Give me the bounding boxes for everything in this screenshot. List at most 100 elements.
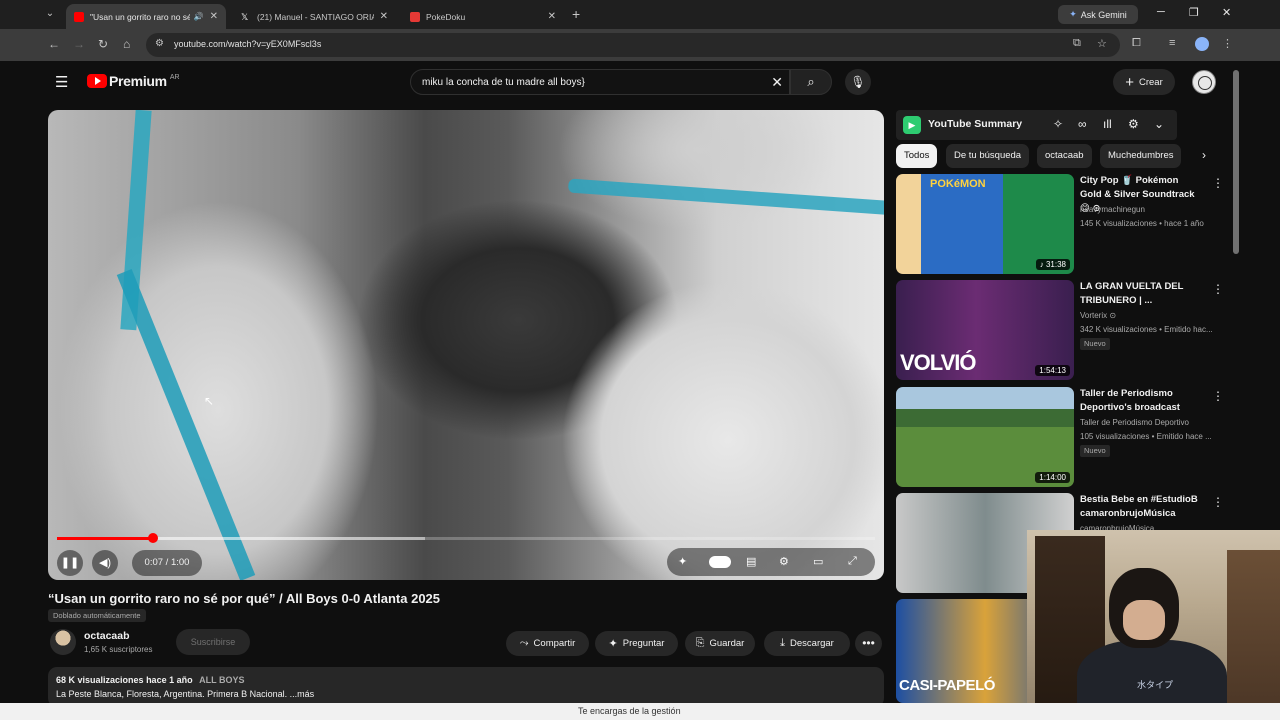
create-button[interactable]: + Crear — [1113, 69, 1175, 95]
recommendation-title[interactable]: Taller de Periodismo Deportivo's broadca… — [1080, 387, 1202, 415]
ask-label: Preguntar — [622, 638, 665, 649]
sparkle-icon: ✦ — [608, 638, 618, 650]
browser-tab-x[interactable]: 𝕏 (21) Manuel - SANTIAGO ORIA ✕ — [233, 4, 396, 29]
maximize-icon[interactable]: ❐ — [1189, 6, 1199, 19]
minimize-icon[interactable]: ─ — [1157, 6, 1165, 18]
waveform-icon[interactable]: ıll — [1103, 117, 1112, 131]
recommendation-item[interactable]: 1:14:00 Taller de Periodismo Deportivo's… — [896, 387, 1224, 487]
recommendation-item[interactable]: POKéMON ♪ 31:38 City Pop 🥤 Pokémon Gold … — [896, 174, 1224, 274]
volume-button[interactable]: ◀) — [92, 550, 118, 576]
site-info-icon[interactable]: ⚙ — [155, 38, 164, 49]
video-thumbnail[interactable]: VOLVIÓ 1:54:13 — [896, 280, 1074, 380]
close-tab-icon[interactable]: ✕ — [548, 11, 556, 22]
gemini-sparkle-icon: ✦ — [1069, 9, 1077, 19]
duration-badge: 1:14:00 — [1035, 472, 1070, 483]
shirt-text: 水タイプ — [1137, 681, 1174, 691]
more-options-icon[interactable]: ⋮ — [1212, 389, 1224, 403]
tab-search-chevron-icon[interactable]: ⌄ — [42, 6, 58, 22]
more-options-icon[interactable]: ⋮ — [1212, 282, 1224, 296]
ask-button[interactable]: ✦ Preguntar — [595, 631, 678, 656]
hashtag-link[interactable]: ALL BOYS — [199, 675, 244, 685]
pause-icon: ❚❚ — [60, 557, 80, 569]
bookmark-star-icon[interactable]: ☆ — [1097, 37, 1107, 50]
tab-title: "Usan un gorrito raro no sé — [90, 11, 190, 22]
fullscreen-icon[interactable]: ⤢ — [848, 555, 857, 568]
clear-search-icon[interactable]: ✕ — [771, 74, 783, 91]
description-box[interactable]: 68 K visualizaciones hace 1 año ALL BOYS… — [48, 667, 884, 703]
save-button[interactable]: ⎘ Guardar — [685, 631, 755, 656]
autoplay-toggle[interactable] — [709, 556, 731, 568]
ai-sparkle-icon[interactable]: ✧ — [1053, 117, 1063, 131]
recommendation-channel[interactable]: Taller de Periodismo Deportivo — [1080, 418, 1189, 427]
glasses-icon[interactable]: ∞ — [1078, 117, 1087, 131]
video-frame-detail — [116, 269, 256, 580]
description-text[interactable]: La Peste Blanca, Floresta, Argentina. Pr… — [56, 689, 314, 699]
hamburger-menu-icon[interactable]: ☰ — [55, 73, 68, 91]
progress-bar[interactable] — [57, 533, 875, 543]
auto-dub-badge: Doblado automáticamente — [48, 609, 146, 622]
video-player[interactable]: ↖ ❚❚ ◀) 0:07 / 1:00 ✦ ▤ ⚙ ▭ ⤢ — [48, 110, 884, 580]
subscribe-button[interactable]: Suscribirse — [176, 629, 250, 655]
share-button[interactable]: ⤳ Compartir — [506, 631, 589, 656]
more-options-icon[interactable]: ⋮ — [1212, 495, 1224, 509]
forward-arrow-icon[interactable]: → — [73, 37, 85, 51]
webcam-overlay: 水タイプ — [1027, 530, 1280, 720]
browser-profile-avatar[interactable] — [1195, 37, 1209, 51]
video-thumbnail[interactable]: POKéMON ♪ 31:38 — [896, 174, 1074, 274]
pause-button[interactable]: ❚❚ — [57, 550, 83, 576]
close-window-icon[interactable]: ✕ — [1222, 6, 1231, 19]
recommendation-channel[interactable]: Vorterix ⊙ — [1080, 311, 1116, 320]
ask-gemini-button[interactable]: ✦ Ask Gemini — [1058, 5, 1138, 24]
voice-search-mic-icon[interactable]: 🎙 — [845, 69, 871, 95]
volume-icon: ◀) — [98, 557, 112, 569]
reload-icon[interactable]: ↻ — [98, 37, 108, 51]
search-query-text[interactable]: miku la concha de tu madre all boys} — [422, 77, 585, 88]
thumbnail-text: POKéMON — [930, 178, 986, 190]
video-thumbnail[interactable]: 1:14:00 — [896, 387, 1074, 487]
browser-menu-icon[interactable]: ⋮ — [1222, 37, 1233, 50]
settings-gear-icon[interactable]: ⚙ — [1128, 117, 1139, 131]
new-tab-plus-icon[interactable]: + — [572, 6, 580, 22]
download-button[interactable]: ⤓ Descargar — [764, 631, 850, 656]
search-button[interactable]: ⌕ — [790, 69, 832, 95]
settings-gear-icon[interactable]: ⚙ — [779, 555, 789, 568]
address-bar[interactable]: ⚙ youtube.com/watch?v=yEX0MFscl3s — [146, 33, 1120, 57]
theater-mode-icon[interactable]: ▭ — [813, 555, 823, 568]
subtitles-icon[interactable]: ▤ — [746, 555, 756, 568]
media-controls-icon[interactable]: ≡ — [1169, 37, 1175, 49]
recommendation-channel[interactable]: heavymachinegun — [1080, 205, 1145, 214]
page-scrollbar[interactable] — [1233, 70, 1239, 254]
close-tab-icon[interactable]: ✕ — [210, 11, 218, 22]
chip-all[interactable]: Todos — [896, 144, 938, 168]
browser-tab-pokedoku[interactable]: PokeDoku ✕ — [402, 4, 564, 29]
speaker-icon[interactable]: 🔊 — [194, 12, 204, 21]
url-text[interactable]: youtube.com/watch?v=yEX0MFscl3s — [174, 39, 321, 49]
channel-name[interactable]: octacaab — [84, 630, 130, 642]
chevron-right-icon[interactable]: › — [1202, 148, 1206, 162]
home-icon[interactable]: ⌂ — [123, 37, 130, 51]
recommendation-title[interactable]: LA GRAN VUELTA DEL TRIBUNERO | ... — [1080, 280, 1202, 308]
back-arrow-icon[interactable]: ← — [48, 37, 60, 51]
thumbnail-text: VOLVIÓ — [900, 350, 976, 375]
extensions-icon[interactable]: ⧠ — [1132, 37, 1141, 50]
more-options-icon[interactable]: ⋮ — [1212, 176, 1224, 190]
recommendation-title[interactable]: Bestia Bebe en #EstudioB camaronbrujoMús… — [1080, 493, 1202, 521]
close-tab-icon[interactable]: ✕ — [380, 11, 388, 22]
video-frame-detail — [567, 178, 884, 216]
cast-icon[interactable]: ⧉ — [1073, 37, 1081, 50]
account-avatar[interactable] — [1192, 70, 1216, 94]
chip-crowds[interactable]: Muchedumbres — [1100, 144, 1182, 168]
youtube-play-logo-icon — [87, 74, 107, 88]
chip-channel[interactable]: octacaab — [1037, 144, 1092, 168]
browser-tab-youtube[interactable]: "Usan un gorrito raro no sé 🔊 ✕ — [66, 4, 226, 29]
search-input[interactable]: miku la concha de tu madre all boys} ✕ — [410, 69, 790, 95]
webcam-background — [1227, 550, 1280, 720]
ai-sparkle-icon[interactable]: ✦ — [678, 555, 687, 568]
recommendation-item[interactable]: VOLVIÓ 1:54:13 LA GRAN VUELTA DEL TRIBUN… — [896, 280, 1224, 380]
youtube-premium-logo[interactable]: Premium AR — [87, 73, 180, 89]
more-actions-icon[interactable]: ••• — [855, 631, 882, 656]
chip-from-search[interactable]: De tu búsqueda — [946, 144, 1030, 168]
progress-scrubber-handle[interactable] — [147, 533, 158, 543]
chevron-down-icon[interactable]: ⌄ — [1154, 117, 1164, 131]
channel-avatar[interactable] — [50, 629, 76, 655]
